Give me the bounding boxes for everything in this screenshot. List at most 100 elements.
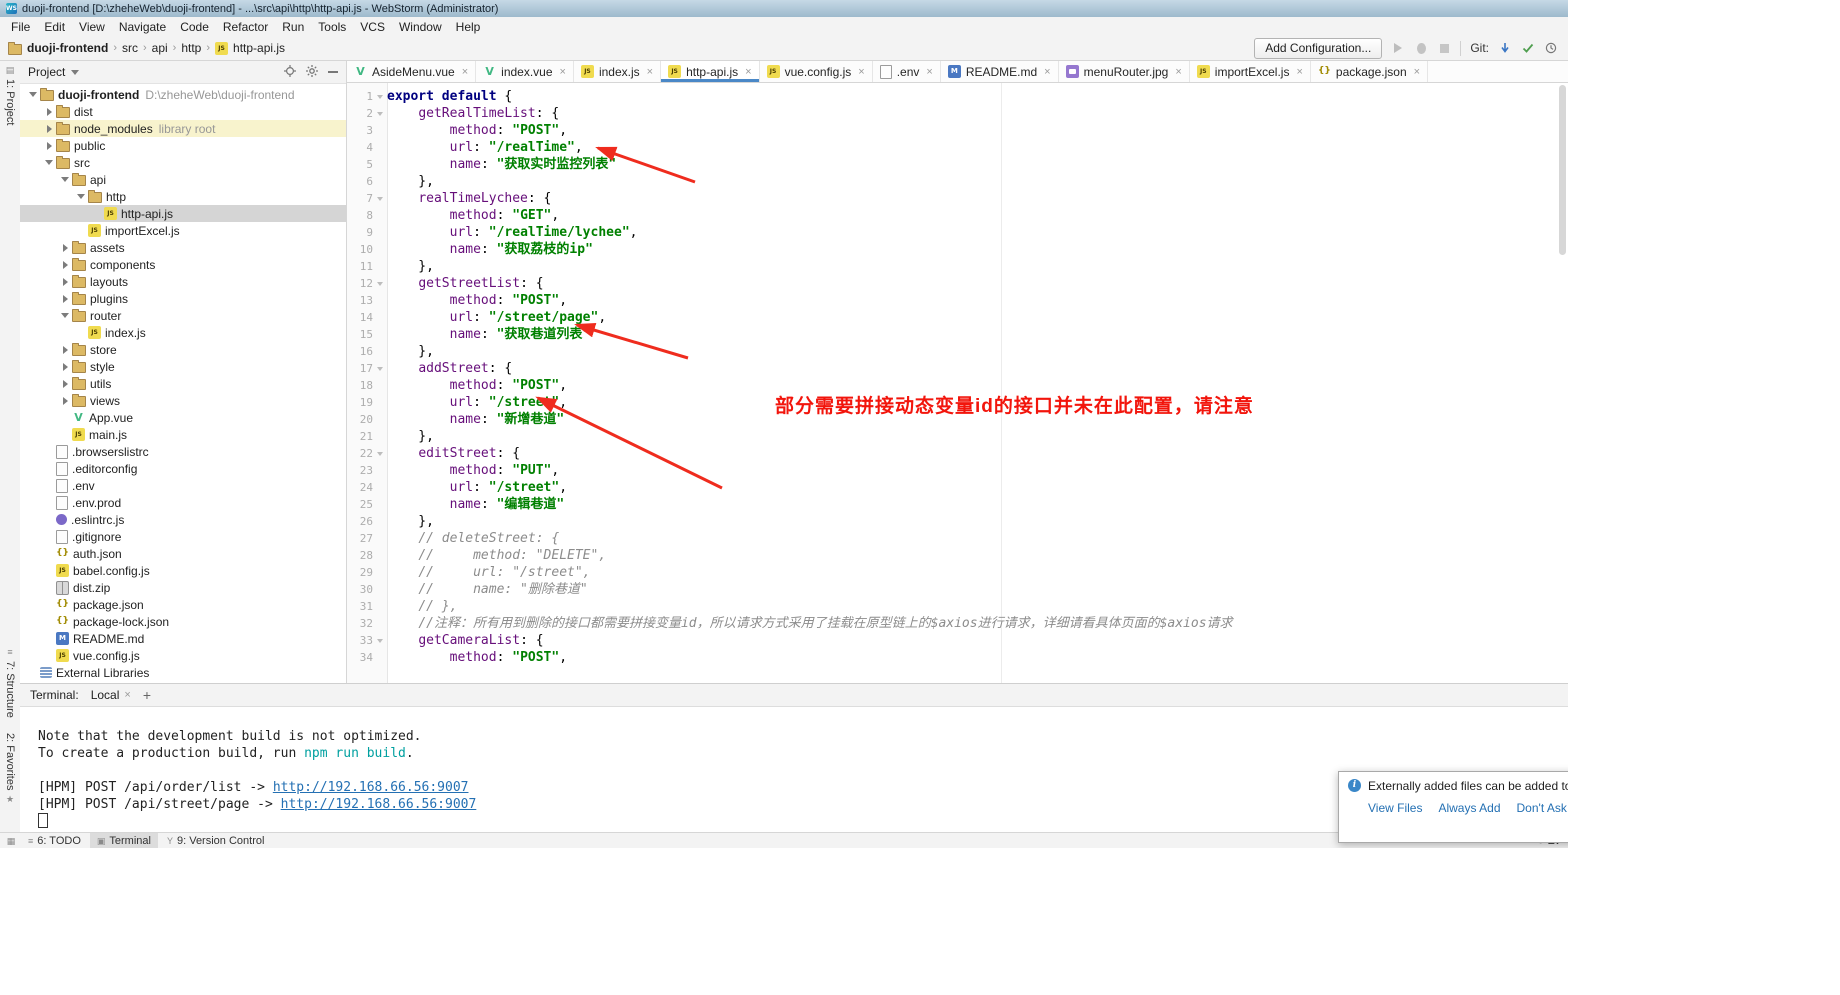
menu-item-file[interactable]: File (4, 19, 37, 35)
chevron-down-icon[interactable] (42, 154, 56, 171)
tree-item-assets[interactable]: assets (20, 239, 346, 256)
add-configuration-button[interactable]: Add Configuration... (1254, 38, 1382, 59)
menu-item-code[interactable]: Code (173, 19, 216, 35)
chevron-down-icon[interactable] (58, 171, 72, 188)
tab-menuRouter.jpg[interactable]: menuRouter.jpg× (1059, 61, 1190, 82)
tab-package.json[interactable]: {}package.json× (1311, 61, 1428, 82)
statusbar-todo-button[interactable]: ≡6: TODO (21, 833, 88, 848)
close-icon[interactable]: × (1044, 66, 1050, 78)
tab-.env[interactable]: .env× (873, 61, 941, 82)
tool-button-structure[interactable]: ≡7: Structure (0, 647, 20, 718)
tree-item-package-lock.json[interactable]: {}package-lock.json (20, 613, 346, 630)
tree-item-dist[interactable]: dist (20, 103, 346, 120)
tab-http-api.js[interactable]: JShttp-api.js× (661, 61, 759, 82)
tree-item-store[interactable]: store (20, 341, 346, 358)
tree-item-http[interactable]: http (20, 188, 346, 205)
tree-item-utils[interactable]: utils (20, 375, 346, 392)
breadcrumb-item[interactable]: src (122, 41, 138, 55)
chevron-down-icon[interactable] (74, 188, 88, 205)
chevron-right-icon[interactable] (42, 137, 56, 154)
tree-item-.editorconfig[interactable]: .editorconfig (20, 460, 346, 477)
close-icon[interactable]: × (124, 689, 130, 701)
chevron-right-icon[interactable] (58, 375, 72, 392)
close-icon[interactable]: × (926, 66, 932, 78)
breadcrumb-item[interactable]: http-api.js (233, 41, 285, 55)
tree-item-vue.config.js[interactable]: JSvue.config.js (20, 647, 346, 664)
tree-item-main.js[interactable]: JSmain.js (20, 426, 346, 443)
tree-item-README.md[interactable]: MREADME.md (20, 630, 346, 647)
tool-button-favorites[interactable]: 2: Favorites★ (0, 733, 20, 804)
tree-item-plugins[interactable]: plugins (20, 290, 346, 307)
tree-item-dist.zip[interactable]: dist.zip (20, 579, 346, 596)
close-icon[interactable]: × (1414, 66, 1420, 78)
history-icon[interactable] (1544, 41, 1558, 55)
terminal-tab-local[interactable]: Local × (91, 688, 131, 702)
tree-item-package.json[interactable]: {}package.json (20, 596, 346, 613)
tree-item-importExcel.js[interactable]: JSimportExcel.js (20, 222, 346, 239)
close-icon[interactable]: × (858, 66, 864, 78)
menu-item-view[interactable]: View (72, 19, 112, 35)
tree-item-babel.config.js[interactable]: JSbabel.config.js (20, 562, 346, 579)
chevron-right-icon[interactable] (42, 103, 56, 120)
menu-item-help[interactable]: Help (449, 19, 488, 35)
chevron-right-icon[interactable] (58, 239, 72, 256)
menu-item-run[interactable]: Run (275, 19, 311, 35)
tree-item-duoji-frontend[interactable]: duoji-frontendD:\zheheWeb\duoji-frontend (20, 86, 346, 103)
menu-item-tools[interactable]: Tools (311, 19, 353, 35)
chevron-right-icon[interactable] (42, 120, 56, 137)
chevron-right-icon[interactable] (58, 341, 72, 358)
notification-action[interactable]: Always Add (1438, 801, 1500, 815)
editor-scrollbar[interactable] (1559, 85, 1566, 255)
tab-index.js[interactable]: JSindex.js× (574, 61, 661, 82)
tab-importExcel.js[interactable]: JSimportExcel.js× (1190, 61, 1311, 82)
run-icon[interactable] (1391, 41, 1405, 55)
tree-item-components[interactable]: components (20, 256, 346, 273)
tab-AsideMenu.vue[interactable]: VAsideMenu.vue× (347, 61, 476, 82)
git-update-icon[interactable] (1498, 41, 1512, 55)
tree-item-index.js[interactable]: JSindex.js (20, 324, 346, 341)
chevron-down-icon[interactable] (26, 86, 40, 103)
close-icon[interactable]: × (647, 66, 653, 78)
tree-item-layouts[interactable]: layouts (20, 273, 346, 290)
breadcrumb-item[interactable]: api (152, 41, 168, 55)
tree-item-.eslintrc.js[interactable]: .eslintrc.js (20, 511, 346, 528)
chevron-right-icon[interactable] (58, 256, 72, 273)
chevron-right-icon[interactable] (58, 392, 72, 409)
settings-gear-icon[interactable] (306, 65, 318, 80)
tree-item-External Libraries[interactable]: External Libraries (20, 664, 346, 681)
notification-action[interactable]: Don't Ask Agai (1517, 801, 1568, 815)
tree-item-style[interactable]: style (20, 358, 346, 375)
terminal-output[interactable]: Note that the development build is not o… (20, 706, 1568, 832)
breadcrumb-item[interactable]: duoji-frontend (27, 41, 108, 55)
chevron-down-icon[interactable] (58, 307, 72, 324)
close-icon[interactable]: × (560, 66, 566, 78)
debug-icon[interactable] (1414, 41, 1428, 55)
tree-item-.browserslistrc[interactable]: .browserslistrc (20, 443, 346, 460)
statusbar-vcs-button[interactable]: Y9: Version Control (160, 833, 271, 848)
tree-item-public[interactable]: public (20, 137, 346, 154)
tool-button-project[interactable]: ▤1: Project (0, 65, 20, 125)
menu-item-edit[interactable]: Edit (37, 19, 72, 35)
new-terminal-icon[interactable]: + (143, 687, 151, 703)
git-commit-icon[interactable] (1521, 41, 1535, 55)
tree-item-node_modules[interactable]: node_moduleslibrary root (20, 120, 346, 137)
tree-item-http-api.js[interactable]: JShttp-api.js (20, 205, 346, 222)
tree-item-src[interactable]: src (20, 154, 346, 171)
breadcrumb-item[interactable]: http (181, 41, 201, 55)
tree-item-.env.prod[interactable]: .env.prod (20, 494, 346, 511)
close-icon[interactable]: × (745, 66, 751, 78)
locate-icon[interactable] (284, 65, 296, 80)
close-icon[interactable]: × (462, 66, 468, 78)
stop-icon[interactable] (1437, 41, 1451, 55)
menu-item-window[interactable]: Window (392, 19, 449, 35)
project-panel-title[interactable]: Project (28, 65, 65, 79)
menu-item-navigate[interactable]: Navigate (112, 19, 173, 35)
close-icon[interactable]: × (1296, 66, 1302, 78)
close-icon[interactable]: × (1175, 66, 1181, 78)
tree-item-App.vue[interactable]: VApp.vue (20, 409, 346, 426)
tree-item-auth.json[interactable]: {}auth.json (20, 545, 346, 562)
tree-item-router[interactable]: router (20, 307, 346, 324)
tab-README.md[interactable]: MREADME.md× (941, 61, 1059, 82)
chevron-down-icon[interactable] (71, 70, 79, 75)
code-editor[interactable]: 1export default {2 getRealTimeList: {3 m… (347, 83, 1568, 683)
